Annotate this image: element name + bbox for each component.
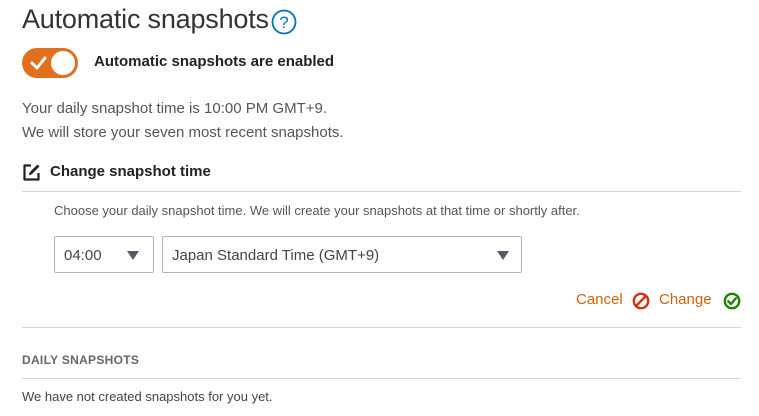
divider: [22, 327, 741, 328]
cancel-button[interactable]: Cancel: [576, 291, 623, 308]
toggle-label: Automatic snapshots are enabled: [94, 53, 335, 70]
cancel-icon[interactable]: [632, 292, 650, 310]
caret-down-icon: [497, 251, 509, 260]
page-title: Automatic snapshots: [22, 4, 269, 34]
auto-snapshot-toggle[interactable]: [22, 48, 78, 78]
snapshot-time-select[interactable]: 04:00: [54, 236, 154, 273]
change-time-description: Choose your daily snapshot time. We will…: [54, 203, 580, 218]
time-select-value: 04:00: [64, 247, 102, 264]
caret-down-icon: [127, 251, 139, 260]
change-button[interactable]: Change: [659, 291, 712, 308]
empty-snapshots-message: We have not created snapshots for you ye…: [22, 389, 273, 404]
timezone-select-value: Japan Standard Time (GMT+9): [172, 247, 380, 264]
confirm-check-icon[interactable]: [723, 292, 741, 310]
divider: [22, 378, 741, 379]
divider: [22, 191, 741, 192]
help-circle-icon[interactable]: ?: [271, 9, 297, 35]
svg-text:?: ?: [279, 13, 288, 32]
timezone-select[interactable]: Japan Standard Time (GMT+9): [162, 236, 522, 273]
checkmark-icon: [30, 56, 47, 70]
daily-snapshots-heading: DAILY SNAPSHOTS: [22, 353, 140, 367]
edit-icon: [23, 164, 40, 181]
toggle-knob: [51, 51, 75, 75]
change-snapshot-time-heading[interactable]: Change snapshot time: [50, 163, 211, 180]
snapshot-time-info: Your daily snapshot time is 10:00 PM GMT…: [22, 100, 328, 117]
retention-info: We will store your seven most recent sna…: [22, 124, 344, 141]
